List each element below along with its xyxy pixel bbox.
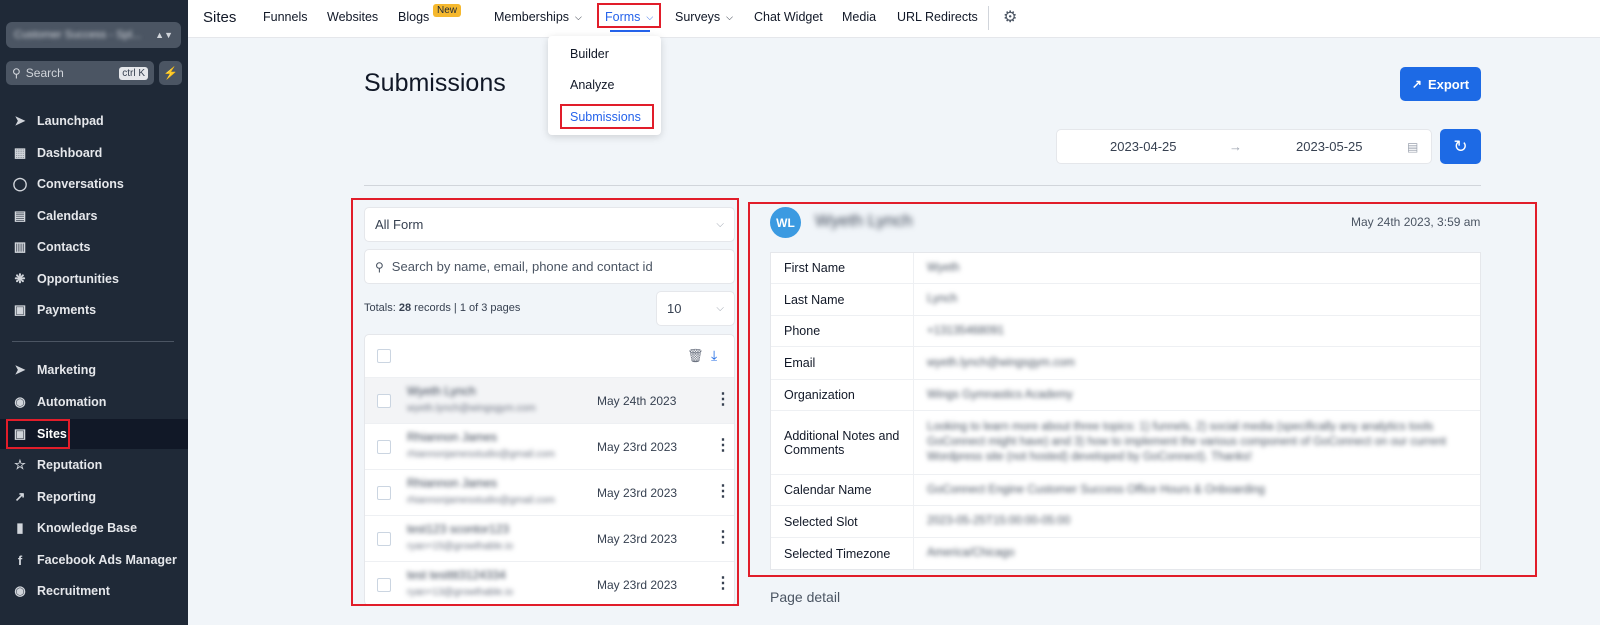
page-detail-label: Page detail (770, 589, 841, 605)
export-label: Export (1427, 76, 1470, 92)
rocket-icon: ➤ (14, 113, 26, 128)
sidebar-item-label: Launchpad (37, 114, 104, 128)
export-icon: ↗ (1411, 77, 1422, 91)
sites-highlight-box (6, 419, 70, 449)
nav-separator (988, 6, 989, 30)
submissions-highlight-box (560, 104, 654, 129)
invoice-icon: ▣ (13, 302, 27, 317)
sidebar-item-conversations[interactable]: ◯ Conversations (0, 169, 188, 199)
tab-label: Memberships (494, 10, 570, 24)
sidebar-item-knowledge-base[interactable]: ▮ Knowledge Base (0, 513, 188, 543)
tab-memberships[interactable]: Memberships ⌵ (494, 0, 582, 34)
chat-icon: ◯ (12, 176, 28, 191)
sidebar-search[interactable]: ⚲ Search ctrl K (6, 61, 154, 85)
list-highlight-box (351, 198, 739, 606)
refresh-icon: ↻ (1453, 136, 1468, 156)
chevron-down-icon: ⌵ (726, 11, 733, 22)
top-nav: Sites Funnels Websites Blogs Memberships… (188, 0, 1600, 38)
export-button[interactable]: ↗ Export (1400, 67, 1481, 101)
refresh-button[interactable]: ↻ (1440, 129, 1481, 164)
sidebar-item-opportunities[interactable]: ❋ Opportunities (0, 264, 188, 294)
calendar-icon: ▤ (13, 208, 27, 223)
sidebar-item-label: Conversations (37, 177, 124, 191)
sidebar-item-label: Reputation (37, 458, 103, 472)
sidebar-item-label: Calendars (37, 209, 98, 223)
tab-label: Surveys (675, 10, 721, 24)
search-shortcut: ctrl K (119, 66, 148, 80)
sidebar-item-payments[interactable]: ▣ Payments (0, 295, 188, 325)
date-from: 2023-04-25 (1110, 139, 1177, 154)
sidebar-item-contacts[interactable]: ▥ Contacts (0, 232, 188, 262)
account-switcher[interactable]: Customer Success - Spl... ▲▼ (6, 22, 181, 48)
sidebar-item-label: Knowledge Base (37, 521, 138, 535)
date-range-picker[interactable]: 2023-04-25 → 2023-05-25 ▤ (1056, 129, 1432, 164)
forms-highlight-box (597, 3, 661, 28)
menu-item-analyze[interactable]: Analyze (570, 78, 614, 92)
star-icon: ☆ (14, 457, 26, 472)
gear-icon[interactable]: ⚙ (1003, 0, 1017, 34)
updown-icon: ▲▼ (155, 30, 173, 40)
tab-chat-widget[interactable]: Chat Widget (754, 0, 823, 34)
sidebar-item-reporting[interactable]: ↗ Reporting (0, 482, 188, 512)
chevron-down-icon: ⌵ (575, 11, 582, 22)
contacts-icon: ▥ (13, 239, 27, 254)
quick-action-button[interactable]: ⚡ (159, 61, 182, 85)
sidebar-item-label: Marketing (37, 363, 97, 377)
opportunities-icon: ❋ (14, 271, 26, 286)
page-title: Submissions (364, 69, 506, 97)
sidebar: Customer Success - Spl... ▲▼ ⚲ Search ct… (0, 0, 188, 625)
sidebar-item-calendars[interactable]: ▤ Calendars (0, 201, 188, 231)
send-icon: ➤ (14, 362, 26, 377)
header-divider (364, 185, 1481, 186)
recruitment-icon: ◉ (14, 583, 26, 598)
tab-media[interactable]: Media (842, 0, 876, 34)
menu-item-builder[interactable]: Builder (570, 47, 609, 61)
lightning-icon: ⚡ (163, 66, 178, 80)
date-to: 2023-05-25 (1296, 139, 1363, 154)
automation-icon: ◉ (14, 394, 26, 409)
arrow-right-icon: → (1229, 139, 1242, 154)
sidebar-item-label: Recruitment (37, 584, 110, 598)
tab-blogs[interactable]: Blogs (398, 0, 429, 34)
calendar-icon: ▤ (1407, 139, 1419, 154)
sidebar-item-launchpad[interactable]: ➤ Launchpad (0, 106, 188, 136)
tab-surveys[interactable]: Surveys ⌵ (675, 0, 733, 34)
tab-funnels[interactable]: Funnels (263, 0, 307, 34)
sidebar-divider (12, 341, 174, 342)
sidebar-item-label: Dashboard (37, 146, 103, 160)
sidebar-item-label: Payments (37, 303, 97, 317)
detail-highlight-box (748, 202, 1537, 577)
forms-active-underline (610, 30, 650, 32)
sidebar-item-automation[interactable]: ◉ Automation (0, 387, 188, 417)
search-icon: ⚲ (12, 66, 21, 80)
sidebar-item-label: Opportunities (37, 272, 119, 286)
sidebar-item-facebook-ads-manager[interactable]: f Facebook Ads Manager (0, 545, 188, 575)
sidebar-item-label: Automation (37, 395, 107, 409)
tab-websites[interactable]: Websites (327, 0, 378, 34)
sidebar-item-label: Contacts (37, 240, 91, 254)
trend-icon: ↗ (14, 489, 26, 504)
sidebar-item-dashboard[interactable]: ▦ Dashboard (0, 138, 188, 168)
account-name: Customer Success - Spl... (14, 29, 142, 41)
search-label: Search (25, 66, 64, 80)
sidebar-item-reputation[interactable]: ☆ Reputation (0, 450, 188, 480)
facebook-icon: f (17, 552, 23, 568)
section-title: Sites (203, 8, 237, 26)
sidebar-item-label: Facebook Ads Manager (37, 553, 177, 567)
book-icon: ▮ (16, 520, 24, 535)
sidebar-item-label: Reporting (37, 490, 97, 504)
sidebar-item-marketing[interactable]: ➤ Marketing (0, 355, 188, 385)
sidebar-item-recruitment[interactable]: ◉ Recruitment (0, 576, 188, 606)
tab-url-redirects[interactable]: URL Redirects (897, 0, 978, 34)
dashboard-icon: ▦ (13, 145, 27, 160)
new-badge: New (433, 4, 462, 17)
